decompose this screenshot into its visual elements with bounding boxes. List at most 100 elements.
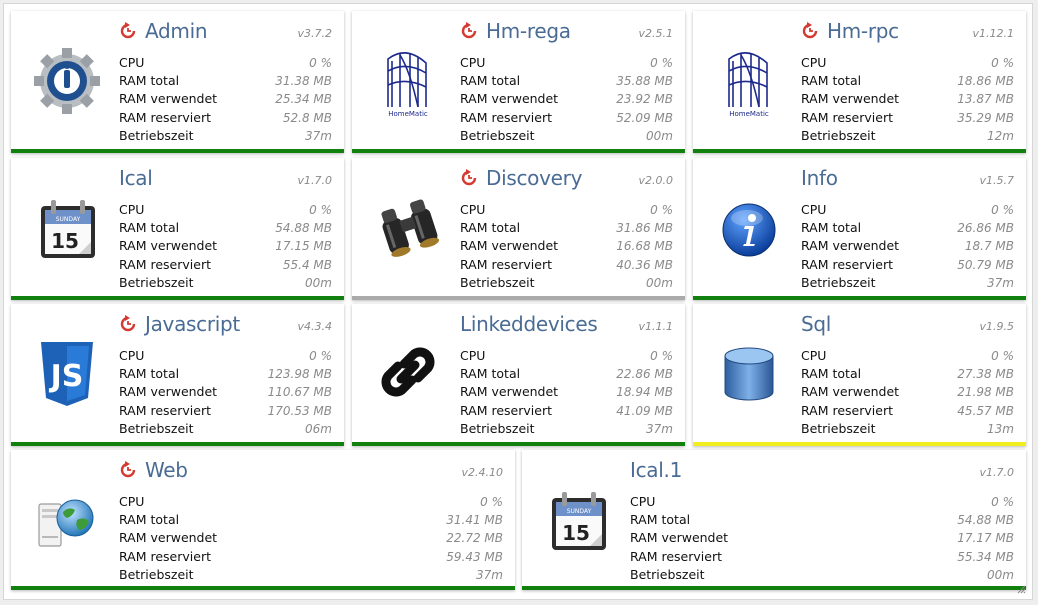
adapter-version: v1.7.0 <box>297 174 333 187</box>
cpu-value: 0 % <box>991 56 1014 70</box>
ram-total-value: 54.88 MB <box>957 513 1014 528</box>
status-bar <box>522 586 1026 590</box>
uptime-label: Betriebszeit <box>460 420 535 436</box>
ram-used-value: 17.17 MB <box>957 531 1014 546</box>
status-bar <box>693 442 1026 446</box>
ram-reserved-label: RAM reserviert <box>801 109 893 125</box>
ram-used-label: RAM verwendet <box>119 530 218 546</box>
adapter-stats: CPU 0 % RAM total 54.88 MB RAM verwendet 17… <box>119 201 332 292</box>
chain-link-icon <box>370 334 450 414</box>
adapter-card-discovery[interactable]: Discovery v2.0.0 CPU 0 % RAM total 31.86 M… <box>352 158 685 300</box>
ram-total-label: RAM total <box>119 220 180 236</box>
ram-reserved-value: 59.43 MB <box>446 549 503 564</box>
adapter-card-hm-rega[interactable]: HomeMatic Hm-rega v2.5.1 CPU 0 % RAM tota… <box>352 11 685 153</box>
adapter-title-row: Hm-rega <box>460 19 571 43</box>
adapter-card-hm-rpc[interactable]: HomeMatic Hm-rpc v1.12.1 CPU 0 % RAM tota… <box>693 11 1026 153</box>
uptime-label: Betriebszeit <box>119 127 194 143</box>
ram-used-label: RAM verwendet <box>460 384 559 400</box>
status-bar <box>352 149 685 153</box>
adapter-card-web[interactable]: Web v2.4.10 CPU 0 % RAM total 31.41 MB RAM… <box>11 450 515 590</box>
status-bar <box>693 296 1026 300</box>
adapter-title: Ical <box>119 166 153 190</box>
ram-used-label: RAM verwendet <box>801 91 900 107</box>
ram-used-label: RAM verwendet <box>119 91 218 107</box>
ram-total-label: RAM total <box>801 220 862 236</box>
uptime-value: 13m <box>987 421 1014 436</box>
ram-reserved-label: RAM reserviert <box>630 548 722 564</box>
ram-used-label: RAM verwendet <box>119 238 218 254</box>
adapter-version: v1.1.1 <box>638 320 674 333</box>
restart-icon[interactable] <box>119 461 137 479</box>
uptime-label: Betriebszeit <box>801 127 876 143</box>
uptime-label: Betriebszeit <box>119 566 194 582</box>
cpu-label: CPU <box>630 494 656 509</box>
ram-used-label: RAM verwendet <box>630 530 729 546</box>
uptime-value: 06m <box>305 421 332 436</box>
adapter-title-row: Ical.1 <box>630 458 682 482</box>
cpu-value: 0 % <box>650 349 673 363</box>
ram-total-value: 26.86 MB <box>957 221 1014 236</box>
ram-reserved-label: RAM reserviert <box>119 109 211 125</box>
uptime-label: Betriebszeit <box>801 274 876 290</box>
homematic-logo-icon: HomeMatic <box>711 41 791 121</box>
adapter-title-row: Hm-rpc <box>801 19 899 43</box>
uptime-value: 37m <box>305 128 332 143</box>
status-bar <box>11 296 344 300</box>
adapter-title: Sql <box>801 312 832 336</box>
adapter-title: Ical.1 <box>630 458 682 482</box>
restart-icon[interactable] <box>119 315 137 333</box>
icon-day: SUNDAY <box>56 216 81 223</box>
adapter-title-row: Linkeddevices <box>460 312 598 336</box>
ram-used-label: RAM verwendet <box>460 238 559 254</box>
uptime-label: Betriebszeit <box>801 420 876 436</box>
calendar-icon: SUNDAY 15 <box>29 188 109 268</box>
adapter-card-info[interactable]: Info v1.5.7 CPU 0 % RAM total 26.86 MB RAM… <box>693 158 1026 300</box>
adapter-card-linkeddevices[interactable]: Linkeddevices v1.1.1 CPU 0 % RAM total 22.… <box>352 304 685 446</box>
ram-reserved-label: RAM reserviert <box>801 256 893 272</box>
restart-icon[interactable] <box>119 22 137 40</box>
cpu-value: 0 % <box>991 349 1014 363</box>
restart-icon[interactable] <box>801 22 819 40</box>
adapter-version: v1.9.5 <box>979 320 1015 333</box>
adapter-title-row: Admin <box>119 19 208 43</box>
ram-total-value: 31.38 MB <box>275 74 332 89</box>
uptime-label: Betriebszeit <box>460 274 535 290</box>
adapter-version: v2.4.10 <box>461 466 504 479</box>
ram-reserved-value: 55.34 MB <box>957 549 1014 564</box>
adapter-card-admin[interactable]: Admin v3.7.2 CPU 0 % RAM total 31.38 MB RA… <box>11 11 344 153</box>
cpu-label: CPU <box>119 348 145 363</box>
ram-used-value: 18.7 MB <box>964 239 1014 254</box>
resize-handle-icon[interactable] <box>1016 584 1026 594</box>
uptime-value: 00m <box>646 275 673 290</box>
icon-day: SUNDAY <box>567 508 592 515</box>
restart-icon[interactable] <box>460 22 478 40</box>
adapter-title: Web <box>145 458 188 482</box>
icon-text: HomeMatic <box>388 110 428 118</box>
adapter-stats: CPU 0 % RAM total 31.38 MB RAM verwendet 25… <box>119 54 332 145</box>
ram-used-value: 25.34 MB <box>275 92 332 107</box>
binoculars-icon <box>370 188 450 268</box>
adapter-title: Hm-rega <box>486 19 571 43</box>
ram-used-label: RAM verwendet <box>460 91 559 107</box>
icon-text: HomeMatic <box>729 110 769 118</box>
javascript-shield-icon: JS <box>29 334 109 414</box>
cpu-value: 0 % <box>650 203 673 217</box>
homematic-logo-icon: HomeMatic <box>370 41 450 121</box>
restart-icon[interactable] <box>460 169 478 187</box>
adapter-title-row: Info <box>801 166 838 190</box>
cpu-label: CPU <box>119 202 145 217</box>
cpu-value: 0 % <box>991 495 1014 509</box>
adapter-card-sql[interactable]: Sql v1.9.5 CPU 0 % RAM total 27.38 MB RAM … <box>693 304 1026 446</box>
adapter-card-javascript[interactable]: JS Javascript v4.3.4 CPU 0 % RAM total 123… <box>11 304 344 446</box>
adapter-title: Hm-rpc <box>827 19 899 43</box>
admin-gear-icon <box>29 41 109 121</box>
ram-used-value: 18.94 MB <box>616 385 673 400</box>
ram-reserved-value: 55.4 MB <box>282 257 332 272</box>
status-bar <box>352 442 685 446</box>
ram-total-label: RAM total <box>119 512 180 528</box>
status-bar <box>11 149 344 153</box>
adapter-card-ical-1[interactable]: SUNDAY 15 Ical.1 v1.7.0 CPU 0 % RAM total… <box>522 450 1026 590</box>
adapter-title-row: Sql <box>801 312 831 336</box>
ram-used-label: RAM verwendet <box>119 384 218 400</box>
adapter-card-ical[interactable]: SUNDAY 15 Ical v1.7.0 CPU 0 % RAM total 54… <box>11 158 344 300</box>
